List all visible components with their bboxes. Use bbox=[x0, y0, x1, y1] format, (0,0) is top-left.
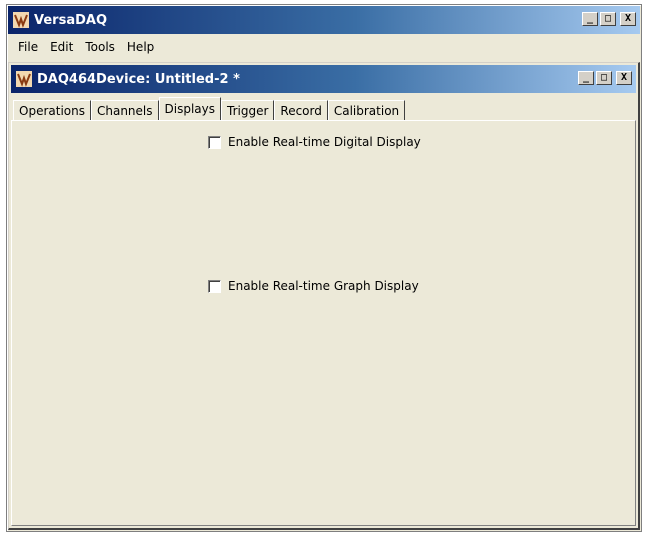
device-window: DAQ464Device: Untitled-2 * _ □ X Operati… bbox=[8, 62, 640, 530]
close-icon[interactable]: X bbox=[616, 71, 632, 85]
main-window-controls: _ □ X bbox=[582, 12, 636, 26]
main-window: VersaDAQ _ □ X File Edit Tools Help DAQ4… bbox=[6, 4, 642, 532]
maximize-icon[interactable]: □ bbox=[596, 71, 612, 85]
device-titlebar[interactable]: DAQ464Device: Untitled-2 * _ □ X bbox=[11, 65, 636, 93]
tab-displays[interactable]: Displays bbox=[158, 97, 221, 120]
minimize-icon[interactable]: _ bbox=[578, 71, 594, 85]
displays-panel: Enable Real-time Digital Display Enable … bbox=[11, 120, 636, 526]
main-titlebar[interactable]: VersaDAQ _ □ X bbox=[8, 6, 640, 34]
menu-bar: File Edit Tools Help bbox=[8, 35, 640, 59]
tab-channels[interactable]: Channels bbox=[90, 100, 159, 120]
close-icon[interactable]: X bbox=[620, 12, 636, 26]
graph-display-option[interactable]: Enable Real-time Graph Display bbox=[208, 279, 419, 293]
tab-record[interactable]: Record bbox=[274, 100, 328, 120]
main-window-title: VersaDAQ bbox=[34, 12, 107, 28]
digital-display-label: Enable Real-time Digital Display bbox=[228, 135, 421, 149]
versadaq-document-icon[interactable] bbox=[15, 70, 33, 88]
maximize-icon[interactable]: □ bbox=[600, 12, 616, 26]
menu-file[interactable]: File bbox=[12, 38, 44, 56]
minimize-icon[interactable]: _ bbox=[582, 12, 598, 26]
menu-tools[interactable]: Tools bbox=[79, 38, 121, 56]
device-window-title: DAQ464Device: Untitled-2 * bbox=[37, 71, 240, 87]
device-window-controls: _ □ X bbox=[578, 71, 632, 85]
digital-display-option[interactable]: Enable Real-time Digital Display bbox=[208, 135, 421, 149]
versadaq-app-icon[interactable] bbox=[12, 11, 30, 29]
graph-display-label: Enable Real-time Graph Display bbox=[228, 279, 419, 293]
tab-calibration[interactable]: Calibration bbox=[327, 100, 406, 120]
graph-display-checkbox[interactable] bbox=[208, 279, 221, 293]
menu-edit[interactable]: Edit bbox=[44, 38, 79, 56]
tab-operations[interactable]: Operations bbox=[13, 100, 91, 120]
digital-display-checkbox[interactable] bbox=[208, 135, 221, 149]
tab-trigger[interactable]: Trigger bbox=[221, 100, 275, 120]
tab-strip: Operations Channels Displays Trigger Rec… bbox=[11, 96, 636, 120]
menu-help[interactable]: Help bbox=[121, 38, 160, 56]
